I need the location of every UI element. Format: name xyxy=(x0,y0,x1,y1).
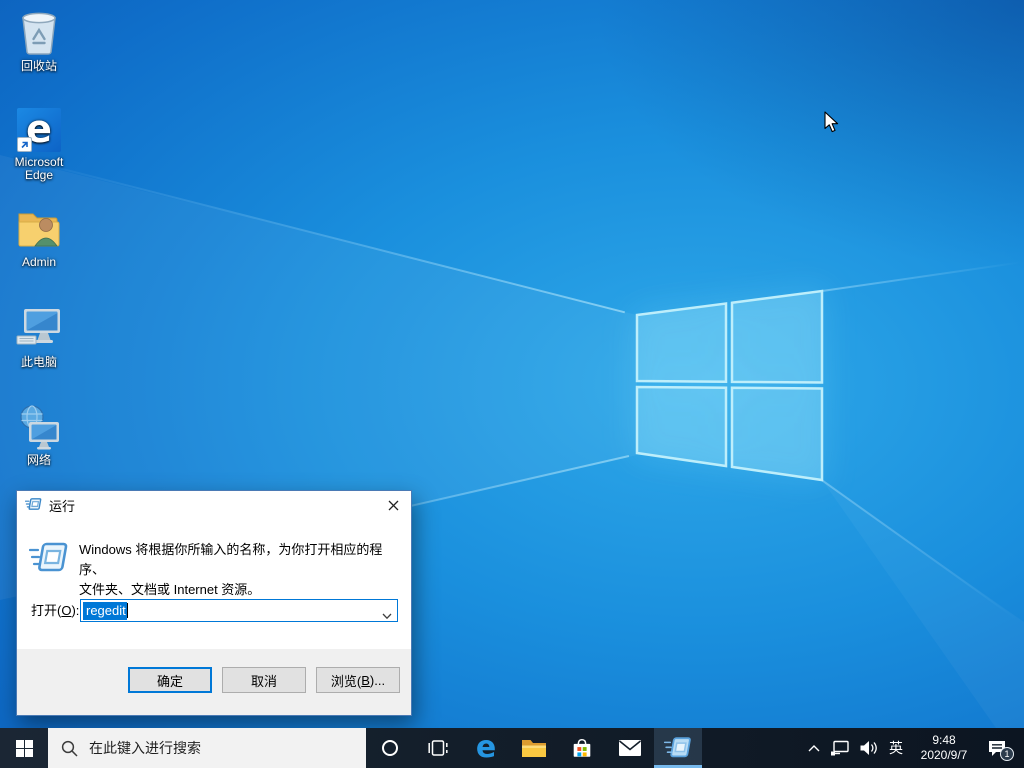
action-center-button[interactable]: 1 xyxy=(978,728,1016,768)
system-tray: 英 9:48 2020/9/7 1 xyxy=(802,728,1024,768)
desktop-icon-network[interactable]: 网络 xyxy=(2,400,76,467)
taskbar: 在此键入进行搜索 e 英 9:48 2020/9/7 1 xyxy=(0,728,1024,768)
run-dialog-title: 运行 xyxy=(49,499,76,514)
run-dialog-footer: 确定 取消 浏览(B)... xyxy=(17,649,411,715)
close-button[interactable] xyxy=(375,491,411,520)
mouse-cursor xyxy=(824,111,839,133)
chevron-down-icon xyxy=(382,613,392,620)
mail-icon xyxy=(618,740,642,756)
run-window-icon xyxy=(664,737,691,758)
taskbar-task-view-button[interactable] xyxy=(414,728,462,768)
speaker-icon xyxy=(860,741,877,755)
tray-volume-button[interactable] xyxy=(854,728,882,768)
edge-icon: e xyxy=(475,730,497,765)
taskbar-edge-button[interactable]: e xyxy=(462,728,510,768)
cancel-button[interactable]: 取消 xyxy=(222,667,306,693)
tray-clock[interactable]: 9:48 2020/9/7 xyxy=(910,733,978,763)
edge-icon: e xyxy=(17,102,61,152)
taskbar-store-button[interactable] xyxy=(558,728,606,768)
shortcut-arrow-icon xyxy=(17,137,32,152)
taskbar-mail-button[interactable] xyxy=(606,728,654,768)
task-view-icon xyxy=(428,740,448,756)
run-dialog-description: Windows 将根据你所输入的名称，为你打开相应的程序、 文件夹、文档或 In… xyxy=(79,542,383,597)
desktop-icon-label: 网络 xyxy=(26,453,51,467)
run-dialog: 运行 Windows 将根据你所输入的名称，为你打开相应的程序、 文件夹、文档或… xyxy=(16,490,412,716)
open-field-label: 打开(O): xyxy=(31,603,80,618)
tray-date: 2020/9/7 xyxy=(920,748,968,762)
chevron-up-icon xyxy=(808,745,820,752)
tray-ime-indicator[interactable]: 英 xyxy=(882,728,910,768)
network-icon xyxy=(15,400,63,450)
close-icon xyxy=(388,500,398,511)
taskbar-cortana-button[interactable] xyxy=(366,728,414,768)
ok-button[interactable]: 确定 xyxy=(128,667,212,693)
search-icon xyxy=(61,740,78,757)
computer-icon xyxy=(15,302,63,352)
taskbar-file-explorer-button[interactable] xyxy=(510,728,558,768)
search-placeholder: 在此键入进行搜索 xyxy=(89,740,201,756)
tray-show-hidden-icons-button[interactable] xyxy=(802,728,826,768)
text-caret xyxy=(126,603,128,618)
desktop-icon-microsoft-edge[interactable]: e Microsoft Edge xyxy=(2,102,76,182)
run-window-icon-large xyxy=(28,541,69,578)
desktop-icon-label: Microsoft Edge xyxy=(14,155,64,182)
taskbar-run-button-active[interactable] xyxy=(654,728,702,768)
microsoft-store-icon xyxy=(573,738,591,757)
windows-logo-icon xyxy=(15,739,33,757)
desktop-icon-recycle-bin[interactable]: 回收站 xyxy=(2,6,76,73)
run-window-icon xyxy=(24,497,42,515)
tray-network-button[interactable] xyxy=(826,728,854,768)
user-folder-icon xyxy=(15,202,63,252)
combobox-dropdown-button[interactable] xyxy=(382,608,392,623)
desktop-icon-label: 此电脑 xyxy=(20,355,57,369)
desktop-icon-label: 回收站 xyxy=(20,59,57,73)
browse-button[interactable]: 浏览(B)... xyxy=(316,667,400,693)
taskbar-search-input[interactable]: 在此键入进行搜索 xyxy=(48,728,366,768)
notification-badge: 1 xyxy=(1000,747,1014,761)
windows-desktop: 回收站 e Microsoft Edge Admin 此电脑 网络 运行 Win… xyxy=(0,0,1024,768)
start-button[interactable] xyxy=(0,728,48,768)
tray-time: 9:48 xyxy=(932,733,956,747)
recycle-bin-icon xyxy=(17,6,61,56)
selected-input-text: regedit xyxy=(83,601,127,620)
desktop-icon-this-pc[interactable]: 此电脑 xyxy=(2,302,76,369)
file-explorer-icon xyxy=(522,740,546,757)
run-dialog-titlebar[interactable]: 运行 xyxy=(17,491,411,520)
network-ethernet-icon xyxy=(831,740,849,755)
desktop-icon-label: Admin xyxy=(21,255,56,269)
open-combobox-input[interactable]: regedit xyxy=(80,599,398,622)
cortana-icon xyxy=(382,740,398,756)
desktop-icon-admin-folder[interactable]: Admin xyxy=(2,202,76,269)
